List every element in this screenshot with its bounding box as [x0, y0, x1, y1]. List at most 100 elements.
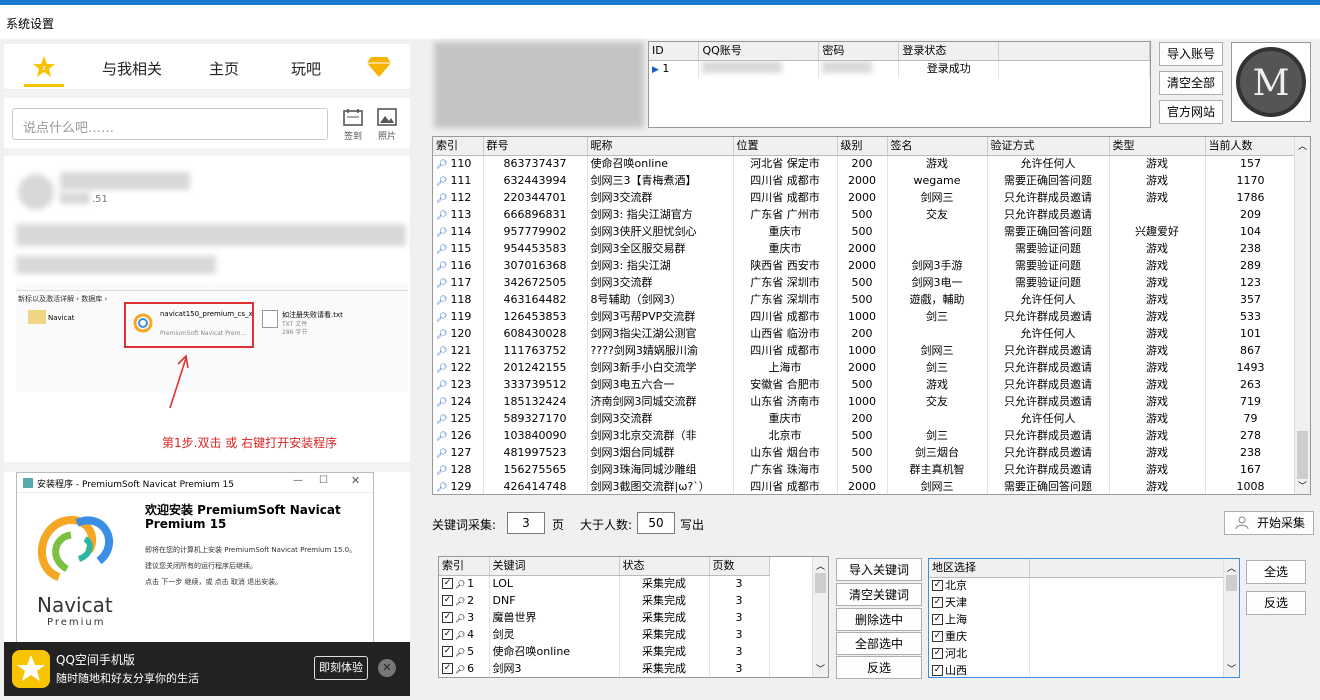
official-site-button[interactable]: 官方网站 [1159, 100, 1223, 124]
scroll-down-icon[interactable]: ﹀ [1298, 479, 1307, 492]
photo-button[interactable]: 照片 [376, 108, 398, 142]
tab-play[interactable]: 玩吧 [291, 58, 321, 79]
tab-home[interactable]: 主页 [209, 58, 239, 79]
table-row[interactable]: 🔎︎ 116 307016368 剑网3: 指尖江湖 陕西省 西安市 2000 剑网3手游需… [433, 257, 1297, 275]
table-row[interactable]: 🔎︎ 120 608430028 剑网3指尖江湖公测官 山西省 临汾市 200 允许任何人游… [433, 325, 1297, 343]
select-all-region-button[interactable]: 全选 [1246, 560, 1306, 584]
col-password[interactable]: 密码 [818, 42, 900, 61]
table-row[interactable]: 🔎︎ 118 463164482 8号辅助（剑网3） 广东省 深圳市 500 遊戲，輔助 允许… [433, 291, 1297, 309]
col-region[interactable]: 地区选择 [929, 559, 1030, 578]
table-row[interactable]: 🔎︎ 127 481997523 剑网3烟台同城群 山东省 烟台市 500 剑三烟台 只允许群… [433, 444, 1297, 462]
table-row[interactable]: 🔎︎ 111 632443994 剑网三3【青梅煮酒】 四川省 成都市 2000 wegam… [433, 172, 1297, 190]
col-kw-pages[interactable]: 页数 [709, 557, 770, 576]
scroll-up-icon[interactable]: ︿ [1298, 139, 1307, 152]
list-item[interactable]: ✓ 🔎︎ 3 魔兽世界 采集完成 3 [439, 609, 770, 627]
search-icon[interactable]: 🔎︎ [436, 330, 447, 340]
scroll-thumb[interactable] [1226, 575, 1237, 591]
list-item[interactable]: ✓ 🔎︎ 5 使命召唤online 采集完成 3 [439, 643, 770, 661]
region-checkbox[interactable]: ✓ [932, 648, 943, 659]
table-row[interactable]: 🔎︎ 123 333739512 剑网3电五六合一 安徽省 合肥市 500 游戏 只允许群成员… [433, 376, 1297, 394]
search-icon[interactable]: 🔎︎ [436, 381, 447, 391]
search-icon[interactable]: 🔎︎ [436, 466, 447, 476]
clear-keyword-button[interactable]: 清空关键词 [836, 583, 922, 606]
close-icon[interactable]: ✕ [351, 474, 360, 487]
invert-region-button[interactable]: 反选 [1246, 591, 1306, 615]
list-item[interactable]: ✓ 重庆 [929, 628, 1225, 645]
list-item[interactable]: ✓ 北京 [929, 577, 1225, 594]
region-checkbox[interactable]: ✓ [932, 597, 943, 608]
col-nickname[interactable]: 昵称 [587, 137, 734, 156]
region-checkbox[interactable]: ✓ [932, 631, 943, 642]
table-row[interactable]: 🔎︎ 128 156275565 剑网3珠海同城沙雕组 广东省 珠海市 500 群主真机智只… [433, 461, 1297, 479]
try-now-button[interactable]: 即刻体验 [314, 656, 368, 680]
diamond-icon[interactable] [366, 56, 392, 81]
table-row[interactable]: 🔎︎ 117 342672505 剑网3交流群 广东省 深圳市 500 剑网3电一 需要验证问… [433, 274, 1297, 292]
search-icon[interactable]: 🔎︎ [436, 228, 447, 238]
keyword-checkbox[interactable]: ✓ [442, 612, 453, 623]
search-icon[interactable]: 🔎︎ [436, 279, 447, 289]
col-signature[interactable]: 签名 [887, 137, 988, 156]
select-all-keyword-button[interactable]: 全部选中 [836, 632, 922, 655]
scroll-thumb[interactable] [1297, 431, 1308, 479]
list-item[interactable]: ✓ 🔎︎ 4 剑灵 采集完成 3 [439, 626, 770, 644]
keyword-checkbox[interactable]: ✓ [442, 578, 453, 589]
post-input[interactable]: 说点什么吧…… [12, 108, 328, 140]
clear-all-button[interactable]: 清空全部 [1159, 71, 1223, 95]
table-row[interactable]: 🔎︎ 125 589327170 剑网3交流群 重庆市 200 允许任何人 游戏 79 [433, 410, 1297, 428]
col-keyword[interactable]: 关键词 [489, 557, 620, 576]
search-icon[interactable]: 🔎︎ [436, 449, 447, 459]
col-kw-index[interactable]: 索引 [439, 557, 490, 576]
col-location[interactable]: 位置 [733, 137, 838, 156]
region-checkbox[interactable]: ✓ [932, 665, 943, 676]
table-row[interactable]: ▶ 1 登录成功 [649, 60, 1150, 78]
table-row[interactable]: 🔎︎ 121 111763752 ????剑网3婧娲服川渝 四川省 成都市 1000 剑网三… [433, 342, 1297, 360]
group-grid[interactable]: 索引 群号 昵称 位置 级别 签名 验证方式 类型 当前人数 🔎︎ 110 8637… [432, 136, 1311, 495]
col-id[interactable]: ID [649, 42, 700, 61]
col-login-status[interactable]: 登录状态 [898, 42, 1000, 61]
keyword-checkbox[interactable]: ✓ [442, 629, 453, 640]
col-type[interactable]: 类型 [1109, 137, 1206, 156]
table-row[interactable]: 🔎︎ 112 220344701 剑网3交流群 四川省 成都市 2000 剑网三 只允许群成员… [433, 189, 1297, 207]
search-icon[interactable]: 🔎︎ [436, 415, 447, 425]
table-row[interactable]: 🔎︎ 114 957779902 剑网3侠肝义胆忧剑心 重庆市 500 需要正确回答问题 兴趣… [433, 223, 1297, 241]
search-icon[interactable]: 🔎︎ [436, 177, 447, 187]
region-checkbox[interactable]: ✓ [932, 614, 943, 625]
scroll-up-icon[interactable]: ︿ [816, 559, 825, 572]
keyword-grid-scrollbar[interactable]: ︿ ﹀ [812, 557, 828, 677]
account-grid[interactable]: ID QQ账号 密码 登录状态 ▶ 1 登录成功 [648, 41, 1151, 128]
list-item[interactable]: ✓ 天津 [929, 594, 1225, 611]
col-verify[interactable]: 验证方式 [987, 137, 1110, 156]
invert-keyword-button[interactable]: 反选 [836, 656, 922, 679]
sign-in-button[interactable]: 签到 [342, 108, 364, 142]
col-group-number[interactable]: 群号 [483, 137, 588, 156]
table-row[interactable]: 🔎︎ 113 666896831 剑网3: 指尖江湖官方 广东省 广州市 500 交友 只允许… [433, 206, 1297, 224]
region-grid[interactable]: 地区选择 ✓ 北京 ✓ 天津 ✓ 上海 ✓ 重庆 ✓ 河北 ✓ 山西 ︿ ﹀ [928, 558, 1240, 678]
col-kw-status[interactable]: 状态 [619, 557, 710, 576]
list-item[interactable]: ✓ 上海 [929, 611, 1225, 628]
region-grid-scrollbar[interactable]: ︿ ﹀ [1223, 559, 1239, 677]
table-row[interactable]: 🔎︎ 119 126453853 剑网3丐帮PVP交流群 四川省 成都市 1000 剑三 只允… [433, 308, 1297, 326]
pages-input[interactable]: 3 [507, 512, 545, 534]
table-row[interactable]: 🔎︎ 124 185132424 济南剑网3同城交流群 山东省 济南市 1000 交友 只允许… [433, 393, 1297, 411]
keyword-checkbox[interactable]: ✓ [442, 595, 453, 606]
delete-selected-button[interactable]: 删除选中 [836, 608, 922, 631]
col-index[interactable]: 索引 [433, 137, 484, 156]
close-banner-icon[interactable]: ✕ [378, 659, 396, 677]
search-icon[interactable]: 🔎︎ [436, 432, 447, 442]
search-icon[interactable]: 🔎︎ [436, 313, 447, 323]
start-collect-button[interactable]: 开始采集 [1224, 511, 1314, 535]
table-row[interactable]: 🔎︎ 126 103840090 剑网3北京交流群（非 北京市 500 剑三 只允许群成员邀请… [433, 427, 1297, 445]
search-icon[interactable]: 🔎︎ [436, 347, 447, 357]
min-people-input[interactable]: 50 [637, 512, 675, 534]
list-item[interactable]: ✓ 河北 [929, 645, 1225, 662]
table-row[interactable]: 🔎︎ 129 426414748 剑网3截图交流群|ω?`） 四川省 成都市 2000 剑网… [433, 478, 1297, 494]
keyword-grid[interactable]: 索引 关键词 状态 页数 ✓ 🔎︎ 1 LOL 采集完成 3 ✓ 🔎︎ 2 DNF 采集完成 3 ✓ 🔎︎… [438, 556, 829, 678]
list-item[interactable]: ✓ 🔎︎ 1 LOL 采集完成 3 [439, 575, 770, 593]
col-level[interactable]: 级别 [837, 137, 888, 156]
scroll-down-icon[interactable]: ﹀ [1227, 662, 1236, 675]
search-icon[interactable]: 🔎︎ [436, 245, 447, 255]
search-icon[interactable]: 🔎︎ [436, 262, 447, 272]
tab-related[interactable]: 与我相关 [102, 58, 162, 79]
scroll-up-icon[interactable]: ︿ [1227, 561, 1236, 574]
import-keyword-button[interactable]: 导入关键词 [836, 558, 922, 581]
